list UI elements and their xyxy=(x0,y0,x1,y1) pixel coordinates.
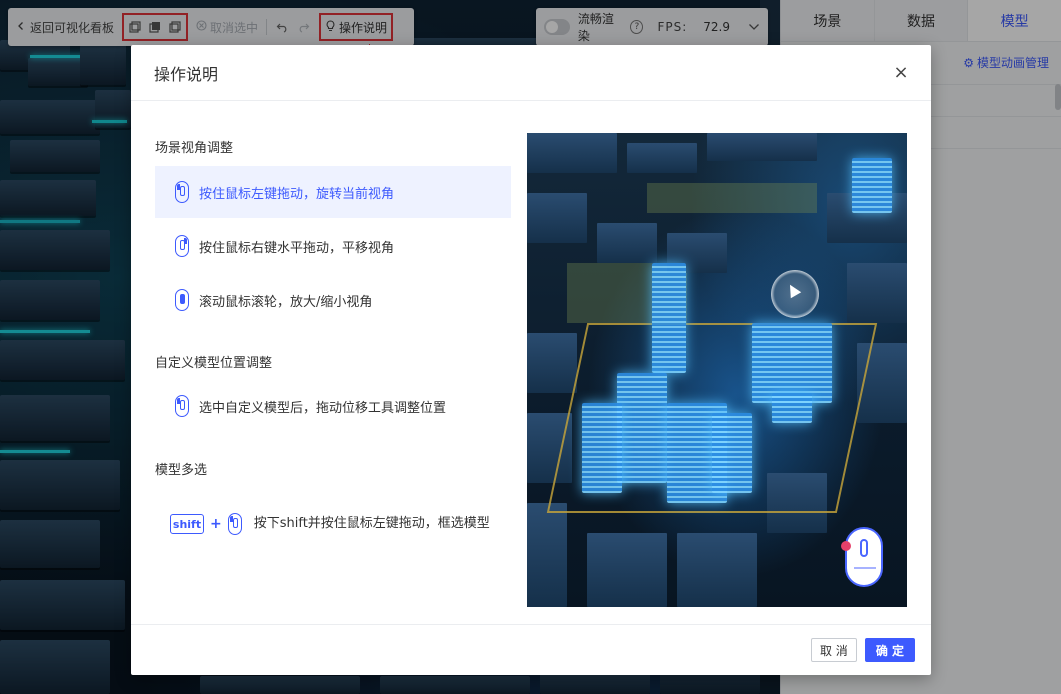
guide-item-multi-select[interactable]: shift + 按下shift并按住鼠标左键拖动，框选模型 xyxy=(155,494,511,554)
mouse-wheel-icon xyxy=(175,289,189,311)
guide-item-text: 按住鼠标右键水平拖动，平移视角 xyxy=(199,240,395,256)
confirm-button[interactable]: 确 定 xyxy=(864,638,915,662)
mouse-gesture-icon xyxy=(841,527,883,587)
guide-preview-image xyxy=(527,133,907,607)
guide-item-text: 滚动鼠标滚轮，放大/缩小视角 xyxy=(199,294,373,310)
section-title: 场景视角调整 xyxy=(155,141,234,156)
operation-guide-modal: 操作说明 × 场景视角调整 按住鼠标左键拖动，旋转当前视角 按住鼠标右键水平拖动… xyxy=(131,45,931,675)
guide-item-rotate[interactable]: 按住鼠标左键拖动，旋转当前视角 xyxy=(155,166,511,218)
guide-item-text: 选中自定义模型后，拖动位移工具调整位置 xyxy=(199,400,447,416)
modal-header: 操作说明 × xyxy=(131,45,931,101)
section-title: 模型多选 xyxy=(155,463,208,478)
close-icon[interactable]: × xyxy=(891,62,911,83)
guide-item-text: 按下shift并按住鼠标左键拖动，框选模型 xyxy=(253,516,490,531)
mouse-right-icon xyxy=(175,235,189,257)
modal-title: 操作说明 xyxy=(154,64,219,84)
section-title: 自定义模型位置调整 xyxy=(155,356,273,371)
mouse-left-icon xyxy=(175,395,189,417)
guide-item-move-model[interactable]: 选中自定义模型后，拖动位移工具调整位置 xyxy=(155,380,511,432)
modal-body: 场景视角调整 按住鼠标左键拖动，旋转当前视角 按住鼠标右键水平拖动，平移视角 滚… xyxy=(131,102,931,624)
plus-sign: + xyxy=(210,516,222,532)
shift-key-icon: shift xyxy=(170,514,204,534)
cancel-button[interactable]: 取 消 xyxy=(810,638,857,662)
cursor-indicator-icon xyxy=(771,270,819,318)
guide-item-text: 按住鼠标左键拖动，旋转当前视角 xyxy=(199,186,395,202)
mouse-left-icon xyxy=(227,513,242,535)
mouse-left-icon xyxy=(175,181,189,203)
guide-item-pan[interactable]: 按住鼠标右键水平拖动，平移视角 xyxy=(155,220,511,272)
modal-footer: 取 消 确 定 xyxy=(131,624,931,675)
guide-item-zoom[interactable]: 滚动鼠标滚轮，放大/缩小视角 xyxy=(155,274,511,326)
